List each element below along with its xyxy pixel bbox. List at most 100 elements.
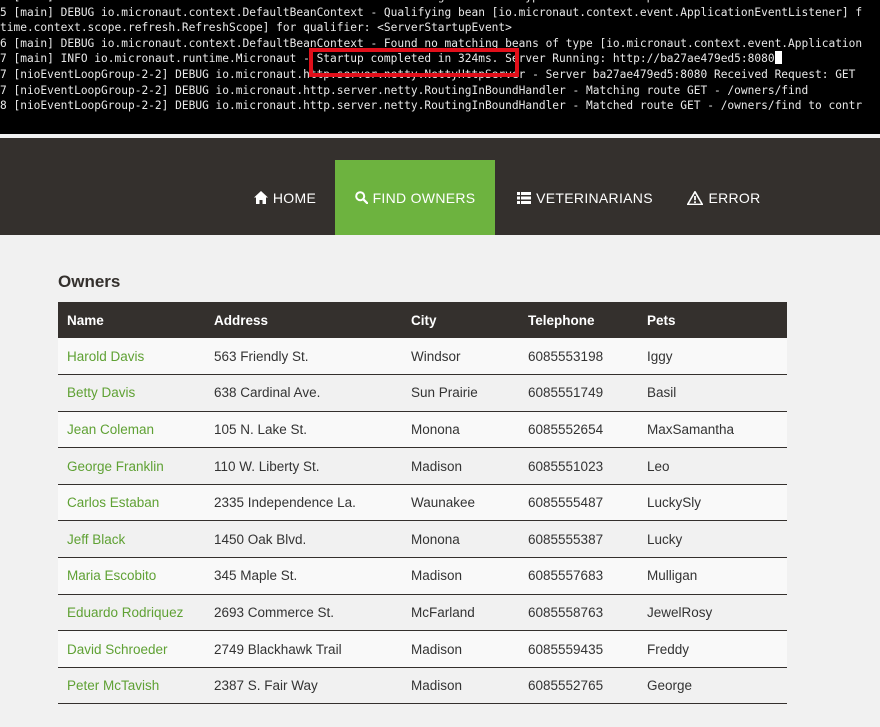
address-cell: 2749 Blackhawk Trail	[214, 641, 342, 657]
pets-cell: LuckySly	[647, 495, 702, 511]
nav-find-owners[interactable]: FIND OWNERS	[335, 160, 495, 235]
owner-link[interactable]: Jean Coleman	[67, 422, 154, 437]
table-row: David Schroeder 2749 Blackhawk Trail Madis…	[58, 630, 787, 668]
terminal-line: 5 [main] DEBUG io.micronaut.context.Defa…	[0, 0, 880, 5]
owner-name-cell: David Schroeder	[58, 631, 205, 668]
owner-link[interactable]: Carlos Estaban	[67, 495, 159, 510]
pets-cell: MaxSamantha	[647, 421, 735, 437]
city-cell: Madison	[411, 678, 463, 694]
owner-link[interactable]: Maria Escobito	[67, 568, 156, 583]
city-cell: Madison	[411, 568, 463, 584]
nav-veterinarians[interactable]: VETERINARIANS	[505, 160, 665, 235]
address-cell: 2335 Independence La.	[214, 495, 356, 511]
owner-link[interactable]: Jeff Black	[67, 532, 125, 547]
nav-error[interactable]: ERROR	[676, 160, 772, 235]
owner-link[interactable]: Betty Davis	[67, 385, 135, 400]
telephone-cell: 6085552654	[528, 421, 604, 437]
column-header-pets: Pets	[647, 312, 676, 328]
pets-cell: Leo	[647, 458, 670, 474]
terminal-window: 5 [main] DEBUG io.micronaut.context.Defa…	[0, 0, 880, 134]
owner-name-cell: Jeff Black	[58, 521, 205, 558]
telephone-cell: 6085555387	[528, 531, 604, 547]
column-header-address: Address	[214, 312, 269, 328]
telephone-cell: 6085559435	[528, 641, 604, 657]
table-row: Harold Davis 563 Friendly St. Windsor 60855…	[58, 338, 787, 375]
home-icon	[253, 191, 268, 204]
address-cell: 563 Friendly St.	[214, 348, 309, 364]
address-cell: 345 Maple St.	[214, 568, 298, 584]
telephone-cell: 6085558763	[528, 604, 604, 620]
nav-veterinarians-label: VETERINARIANS	[536, 189, 653, 206]
nav-error-label: ERROR	[708, 189, 761, 206]
owners-table: Name Address City Telephone Pets Harold …	[58, 302, 787, 704]
owner-name-cell: Harold Davis	[58, 338, 205, 375]
owner-name-cell: George Franklin	[58, 448, 205, 485]
table-row: George Franklin 110 W. Liberty St. Madison…	[58, 447, 787, 485]
terminal-cursor	[774, 51, 782, 65]
city-cell: Monona	[411, 531, 460, 547]
column-header-city: City	[411, 312, 437, 328]
nav-home-label: HOME	[272, 189, 317, 206]
address-cell: 1450 Oak Blvd.	[214, 531, 307, 547]
telephone-cell: 6085553198	[528, 348, 604, 364]
terminal-line: 8 [nioEventLoopGroup-2-2] DEBUG io.micro…	[0, 99, 863, 113]
page-title: Owners	[58, 272, 121, 291]
city-cell: Waunakee	[411, 495, 476, 511]
address-cell: 638 Cardinal Ave.	[214, 385, 321, 401]
owner-name-cell: Peter McTavish	[58, 667, 205, 704]
city-cell: Monona	[411, 421, 460, 437]
owner-link[interactable]: Peter McTavish	[67, 678, 159, 693]
owner-name-cell: Betty Davis	[58, 375, 205, 412]
telephone-cell: 6085551023	[528, 458, 604, 474]
city-cell: Madison	[411, 641, 463, 657]
owner-name-cell: Maria Escobito	[58, 558, 205, 595]
telephone-cell: 6085557683	[528, 568, 604, 584]
table-row: Betty Davis 638 Cardinal Ave. Sun Prairie 6…	[58, 374, 787, 412]
navbar: HOME FIND OWNERS VETERINARIANS ERROR	[0, 138, 880, 235]
nav-home[interactable]: HOME	[240, 160, 330, 235]
owner-name-cell: Jean Coleman	[58, 411, 205, 448]
owner-link[interactable]: George Franklin	[67, 459, 164, 474]
table-row: Eduardo Rodriquez 2693 Commerce St. McFarl…	[58, 594, 787, 631]
list-icon	[517, 191, 532, 204]
telephone-cell: 6085552765	[528, 678, 604, 694]
owner-link[interactable]: Eduardo Rodriquez	[67, 605, 183, 620]
pets-cell: Basil	[647, 385, 677, 401]
column-header-telephone: Telephone	[528, 312, 595, 328]
pets-cell: JewelRosy	[647, 604, 713, 620]
search-icon	[354, 191, 368, 204]
pets-cell: Mulligan	[647, 568, 698, 584]
owners-table-body: Harold Davis 563 Friendly St. Windsor 60855…	[58, 338, 787, 704]
pets-cell: Iggy	[647, 348, 673, 364]
telephone-cell: 6085551749	[528, 385, 604, 401]
column-header-name: Name	[67, 312, 104, 328]
city-cell: Madison	[411, 458, 463, 474]
city-cell: Sun Prairie	[411, 385, 478, 401]
table-row: Carlos Estaban 2335 Independence La. Wauna…	[58, 484, 787, 521]
owner-name-cell: Carlos Estaban	[58, 484, 205, 521]
city-cell: Windsor	[411, 348, 461, 364]
address-cell: 2387 S. Fair Way	[214, 678, 318, 694]
address-cell: 110 W. Liberty St.	[214, 458, 320, 474]
table-row: Peter McTavish 2387 S. Fair Way Madison 608…	[58, 667, 787, 704]
table-header-row: Name Address City Telephone Pets	[58, 302, 787, 338]
address-cell: 2693 Commerce St.	[214, 604, 335, 620]
table-row: Jeff Black 1450 Oak Blvd. Monona 6085555387…	[58, 520, 787, 558]
pets-cell: George	[647, 678, 693, 694]
pets-cell: Lucky	[647, 531, 683, 547]
highlight-box	[309, 48, 519, 77]
owner-link[interactable]: Harold Davis	[67, 349, 144, 364]
city-cell: McFarland	[411, 604, 475, 620]
nav-find-owners-label: FIND OWNERS	[372, 189, 476, 206]
terminal-line: 7 [nioEventLoopGroup-2-2] DEBUG io.micro…	[0, 83, 809, 97]
terminal-line: 5 [main] DEBUG io.micronaut.context.Defa…	[0, 5, 863, 19]
owner-link[interactable]: David Schroeder	[67, 642, 168, 657]
address-cell: 105 N. Lake St.	[214, 421, 308, 437]
pets-cell: Freddy	[647, 641, 690, 657]
table-row: Jean Coleman 105 N. Lake St. Monona 6085552…	[58, 411, 787, 448]
telephone-cell: 6085555487	[528, 495, 604, 511]
owner-name-cell: Eduardo Rodriquez	[58, 594, 205, 631]
table-row: Maria Escobito 345 Maple St. Madison 608555…	[58, 557, 787, 595]
warning-icon	[687, 190, 704, 205]
main-content: Owners Name Address City Telephone Pets …	[58, 272, 788, 704]
